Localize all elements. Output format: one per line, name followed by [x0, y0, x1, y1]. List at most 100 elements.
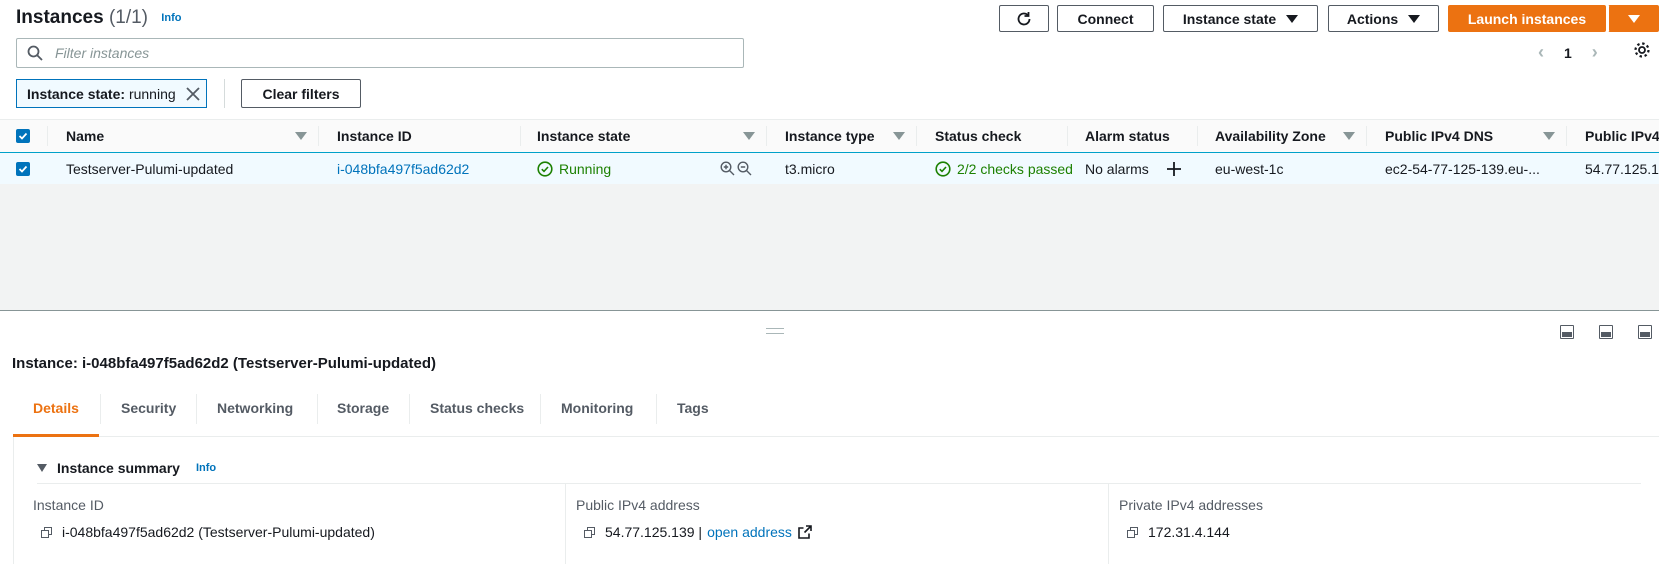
check-circle-icon [537, 160, 553, 177]
external-link-icon[interactable] [798, 525, 812, 539]
row-checkbox[interactable] [16, 153, 30, 184]
zoom-out-icon[interactable] [737, 161, 752, 176]
col-instance-id[interactable]: Instance ID [337, 120, 412, 152]
col-availability-zone[interactable]: Availability Zone [1215, 120, 1326, 152]
instance-detail-title: Instance: i-048bfa497f5ad62d2 (Testserve… [12, 355, 437, 372]
field-label: Public IPv4 address [576, 497, 700, 513]
table-header: Name Instance ID Instance state Instance… [0, 119, 1659, 153]
divider [224, 79, 225, 108]
plus-icon [1167, 161, 1181, 176]
divider [565, 484, 566, 564]
tab-status-checks[interactable]: Status checks [430, 380, 524, 436]
col-alarm-status[interactable]: Alarm status [1085, 120, 1170, 152]
open-address-link[interactable]: open address [707, 524, 792, 540]
refresh-button[interactable] [999, 5, 1049, 32]
panel-icon[interactable] [1599, 325, 1613, 339]
col-status-check[interactable]: Status check [935, 120, 1021, 152]
split-divider[interactable] [0, 310, 1659, 311]
info-link[interactable]: Info [196, 462, 216, 474]
clear-filters-button[interactable]: Clear filters [241, 79, 361, 108]
field-value: i-048bfa497f5ad62d2 (Testserver-Pulumi-u… [62, 524, 375, 540]
instance-state-label: Instance state [1182, 10, 1277, 27]
cell-ipv4: 54.77.125.1 [1585, 160, 1659, 177]
add-alarm-button[interactable] [1166, 153, 1182, 184]
filter-value: running [128, 85, 176, 102]
panel-icon[interactable] [1638, 325, 1652, 339]
cell-alarm-status: No alarms [1085, 160, 1149, 177]
gear-icon [1634, 42, 1650, 58]
panel-icon[interactable] [1560, 325, 1574, 339]
preferences-button[interactable] [1633, 41, 1651, 62]
search-input[interactable] [53, 44, 717, 62]
cell-status-check: 2/2 checks passed [935, 153, 1073, 184]
zoom-in-icon[interactable] [720, 161, 735, 176]
actions-label: Actions [1346, 10, 1399, 27]
launch-label: Launch instances [1467, 10, 1587, 27]
caret-down-icon [1408, 14, 1421, 23]
filter-token: Instance state: running [16, 79, 207, 108]
cell-state: Running [537, 153, 611, 184]
title-text: Instances [16, 7, 104, 28]
divider [37, 483, 1641, 484]
col-instance-state[interactable]: Instance state [537, 120, 630, 152]
copy-icon[interactable] [1127, 526, 1138, 538]
field-value: 172.31.4.144 [1148, 524, 1230, 540]
checkbox-icon [16, 129, 30, 143]
search-box[interactable] [16, 38, 744, 68]
instance-state-dropdown[interactable]: Instance state [1163, 5, 1318, 32]
chevron-right-icon[interactable]: › [1592, 42, 1598, 63]
checkbox-icon [16, 161, 30, 176]
table-empty-area [0, 184, 1659, 310]
info-link[interactable]: Info [161, 12, 181, 24]
field-public-ipv4: 54.77.125.139 | open address [584, 524, 812, 540]
clear-filters-label: Clear filters [262, 85, 340, 102]
page-number[interactable]: 1 [1564, 45, 1572, 61]
caret-down-icon [1286, 14, 1299, 23]
pagination: ‹ 1 › [1538, 42, 1598, 63]
instance-count: (1/1) [108, 7, 149, 28]
resize-handle[interactable] [766, 328, 784, 334]
col-instance-type[interactable]: Instance type [785, 120, 874, 152]
tab-tags[interactable]: Tags [677, 380, 709, 436]
status-check-text[interactable]: 2/2 checks passed [957, 161, 1073, 177]
copy-icon[interactable] [41, 526, 52, 538]
connect-button[interactable]: Connect [1057, 5, 1154, 32]
copy-icon[interactable] [584, 526, 595, 538]
zoom-controls [720, 153, 752, 184]
refresh-icon [1017, 11, 1031, 25]
launch-options-dropdown[interactable] [1608, 5, 1659, 32]
field-label: Instance ID [33, 497, 104, 513]
sort-icon[interactable] [893, 132, 905, 140]
divider [1108, 484, 1109, 564]
col-public-ipv4[interactable]: Public IPv4 [1585, 120, 1659, 152]
tab-networking[interactable]: Networking [217, 380, 293, 436]
instance-summary-header[interactable]: Instance summary Info [37, 460, 216, 476]
tab-details[interactable]: Details [13, 380, 99, 437]
cell-dns: ec2-54-77-125-139.eu-... [1385, 160, 1540, 177]
close-icon[interactable] [186, 86, 200, 101]
cell-name: Testserver-Pulumi-updated [66, 160, 234, 177]
col-public-dns[interactable]: Public IPv4 DNS [1385, 120, 1493, 152]
field-label: Private IPv4 addresses [1119, 497, 1263, 513]
sort-icon[interactable] [743, 132, 755, 140]
filter-key: Instance state: [27, 85, 126, 102]
tab-storage[interactable]: Storage [337, 380, 389, 436]
sort-icon[interactable] [1343, 132, 1355, 140]
state-text: Running [559, 160, 612, 177]
cell-type: t3.micro [785, 160, 835, 177]
chevron-left-icon[interactable]: ‹ [1538, 42, 1544, 63]
caret-down-icon [1627, 14, 1640, 23]
details-tabs: Details Security Networking Storage Stat… [13, 380, 1659, 437]
field-private-ipv4: 172.31.4.144 [1127, 524, 1230, 540]
sort-icon[interactable] [295, 132, 307, 140]
tab-monitoring[interactable]: Monitoring [561, 380, 633, 436]
table-row[interactable]: Testserver-Pulumi-updated i-048bfa497f5a… [0, 152, 1659, 185]
select-all-checkbox[interactable] [16, 120, 30, 152]
launch-instances-button[interactable]: Launch instances [1448, 5, 1606, 32]
actions-dropdown[interactable]: Actions [1328, 5, 1439, 32]
tab-security[interactable]: Security [121, 380, 176, 436]
col-name[interactable]: Name [66, 120, 104, 152]
sort-icon[interactable] [1543, 132, 1555, 140]
instance-id-link[interactable]: i-048bfa497f5ad62d2 [337, 153, 469, 184]
field-value: 54.77.125.139 | [605, 524, 703, 540]
